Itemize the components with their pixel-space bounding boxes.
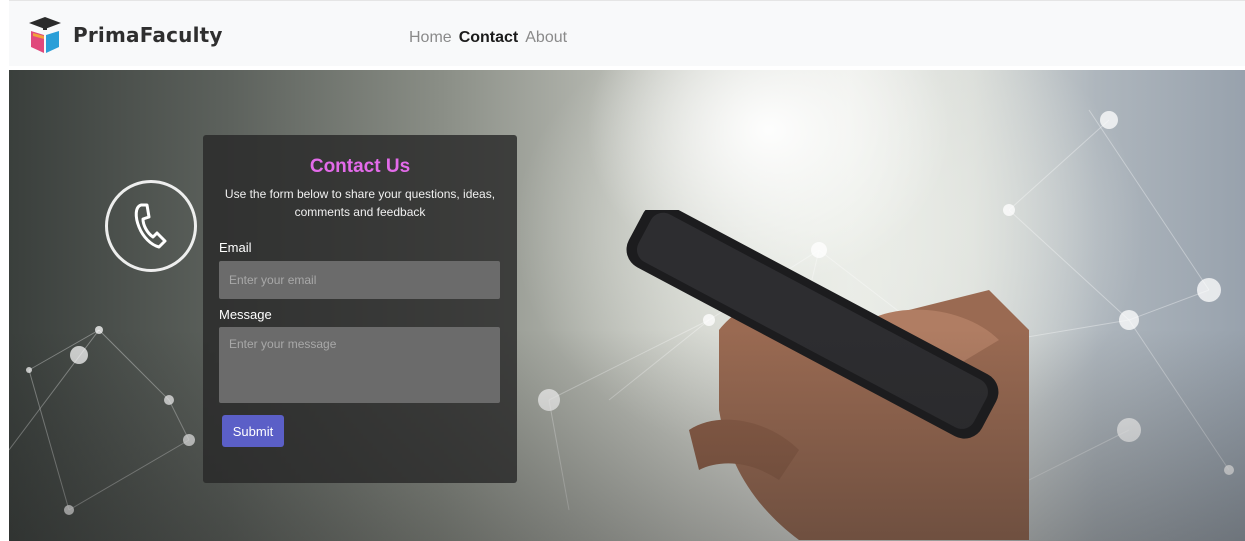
- message-label: Message: [219, 307, 272, 322]
- submit-button[interactable]: Submit: [222, 415, 284, 447]
- graduation-cap-book-icon: [27, 15, 63, 55]
- contact-subtitle: Use the form below to share your questio…: [224, 187, 496, 219]
- brand[interactable]: PrimaFaculty: [27, 15, 223, 55]
- email-label: Email: [219, 240, 252, 255]
- contact-form-card: Contact Us Use the form below to share y…: [203, 135, 517, 483]
- hero-background: [9, 70, 1245, 541]
- brand-name: PrimaFaculty: [73, 23, 223, 47]
- top-navbar: PrimaFaculty Home Contact About: [9, 0, 1245, 66]
- message-field[interactable]: [219, 327, 500, 403]
- nav-about-link[interactable]: About: [525, 29, 567, 47]
- nav-links: Home Contact About: [409, 29, 574, 47]
- nav-contact-link[interactable]: Contact: [459, 29, 519, 47]
- nav-home-link[interactable]: Home: [409, 29, 452, 47]
- contact-title: Contact Us: [309, 156, 411, 177]
- email-field[interactable]: [219, 261, 500, 299]
- hero-shade-overlay: [9, 70, 1245, 541]
